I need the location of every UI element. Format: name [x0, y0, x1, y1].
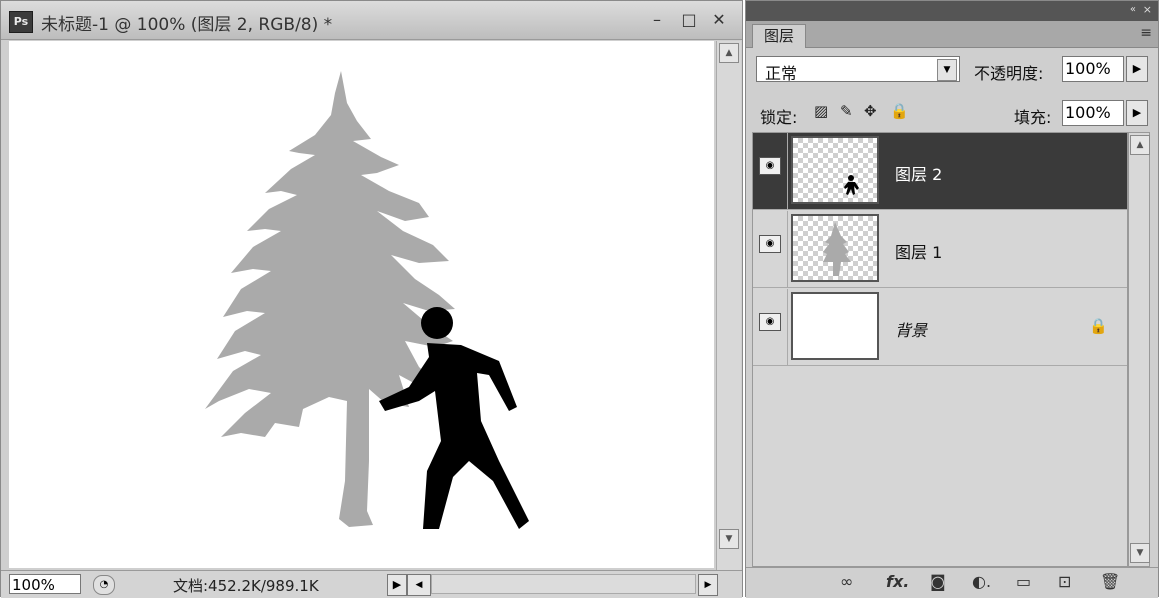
- tree-shape: [205, 71, 455, 527]
- layer-row-background[interactable]: ◉ 背景 🔒: [753, 289, 1127, 366]
- close-icon[interactable]: ✕: [707, 9, 731, 31]
- scroll-up-icon[interactable]: ▲: [719, 43, 739, 63]
- visibility-cell[interactable]: ◉: [753, 211, 788, 287]
- scroll-down-icon[interactable]: ▼: [719, 529, 739, 549]
- panel-menu-icon[interactable]: ≡: [1140, 25, 1152, 41]
- opacity-input[interactable]: 100%: [1062, 56, 1124, 82]
- link-layers-icon[interactable]: ∞: [840, 572, 853, 591]
- blend-mode-select[interactable]: 正常 ▼: [756, 56, 960, 83]
- layers-list: ◉ 图层 2 ◉ 图层 1 ◉ 背景 🔒: [752, 132, 1128, 567]
- layer-name[interactable]: 图层 2: [895, 161, 942, 185]
- chevron-down-icon[interactable]: ▼: [937, 59, 957, 81]
- opacity-label: 不透明度:: [974, 64, 1044, 83]
- visibility-cell[interactable]: ◉: [753, 133, 788, 209]
- document-titlebar[interactable]: Ps 未标题-1 @ 100% (图层 2, RGB/8) * – □ ✕: [1, 1, 742, 40]
- scroll-up-icon[interactable]: ▲: [1130, 135, 1150, 155]
- lock-icon: 🔒: [1089, 317, 1108, 335]
- person-head: [421, 307, 453, 339]
- status-clock-icon[interactable]: ◔: [93, 575, 115, 595]
- scroll-left-icon[interactable]: ◀: [407, 574, 431, 596]
- close-panel-icon[interactable]: ×: [1143, 3, 1152, 16]
- eye-icon[interactable]: ◉: [759, 157, 781, 175]
- new-group-icon[interactable]: ▭: [1016, 572, 1031, 591]
- tab-layers[interactable]: 图层: [752, 24, 806, 48]
- person-thumbnail-icon: [844, 175, 859, 195]
- fill-slider-arrow-icon[interactable]: ▶: [1126, 100, 1148, 126]
- lock-all-icon[interactable]: 🔒: [890, 102, 909, 120]
- document-title: 未标题-1 @ 100% (图层 2, RGB/8) *: [41, 15, 333, 35]
- lock-label: 锁定:: [760, 108, 798, 127]
- fill-input[interactable]: 100%: [1062, 100, 1124, 126]
- status-menu-arrow-icon[interactable]: ▶: [387, 574, 407, 596]
- scroll-right-icon[interactable]: ▶: [698, 574, 718, 596]
- horizontal-scrollbar[interactable]: [431, 574, 696, 594]
- visibility-cell[interactable]: ◉: [753, 289, 788, 365]
- layers-panel-footer: ∞ fx. ◙ ◐. ▭ ⊡ 🗑: [746, 567, 1158, 598]
- status-bar: 100% ◔ 文档:452.2K/989.1K ▶ ◀ ▶: [1, 570, 742, 598]
- layer-thumbnail: [791, 292, 879, 360]
- layer-name[interactable]: 背景: [895, 317, 927, 341]
- collapse-panel-icon[interactable]: «: [1130, 4, 1136, 15]
- layer-name[interactable]: 图层 1: [895, 239, 942, 263]
- tree-thumbnail-icon: [823, 222, 851, 276]
- blend-mode-value: 正常: [765, 64, 798, 83]
- minimize-icon[interactable]: –: [645, 9, 669, 31]
- layer-row-layer1[interactable]: ◉ 图层 1: [753, 211, 1127, 288]
- vertical-scrollbar[interactable]: ▲ ▼: [716, 41, 741, 570]
- layers-panel: « × 图层 ≡ 正常 ▼ 不透明度: 100% ▶ 锁定: ▨ ✎ ✥ 🔒 填…: [745, 0, 1159, 598]
- photoshop-logo-icon: Ps: [9, 11, 33, 33]
- document-size-info: 文档:452.2K/989.1K: [173, 577, 319, 595]
- layer-mask-icon[interactable]: ◙: [930, 572, 946, 591]
- eye-icon[interactable]: ◉: [759, 235, 781, 253]
- lock-position-icon[interactable]: ✥: [864, 102, 877, 120]
- adjustment-layer-icon[interactable]: ◐.: [972, 572, 991, 591]
- layer-row-layer2[interactable]: ◉ 图层 2: [753, 133, 1127, 210]
- panel-tab-bar: 图层 ≡: [746, 21, 1158, 48]
- fx-icon[interactable]: fx.: [886, 572, 909, 591]
- scroll-down-icon[interactable]: ▼: [1130, 543, 1150, 563]
- layer-thumbnail: [791, 136, 879, 204]
- zoom-input[interactable]: 100%: [9, 574, 81, 594]
- delete-layer-icon[interactable]: 🗑: [1100, 572, 1120, 591]
- new-layer-icon[interactable]: ⊡: [1058, 572, 1071, 591]
- fill-label: 填充:: [1014, 108, 1052, 127]
- panel-dock-bar[interactable]: « ×: [746, 1, 1158, 21]
- canvas[interactable]: [9, 41, 714, 568]
- lock-transparent-pixels-icon[interactable]: ▨: [814, 102, 828, 120]
- document-window: Ps 未标题-1 @ 100% (图层 2, RGB/8) * – □ ✕ ▲ …: [0, 0, 743, 598]
- tree-layer-art: [205, 71, 455, 527]
- eye-icon[interactable]: ◉: [759, 313, 781, 331]
- layer-thumbnail: [791, 214, 879, 282]
- layers-scrollbar[interactable]: ▲ ▼: [1128, 132, 1150, 567]
- lock-image-pixels-icon[interactable]: ✎: [840, 102, 853, 120]
- restore-icon[interactable]: □: [677, 9, 701, 31]
- opacity-slider-arrow-icon[interactable]: ▶: [1126, 56, 1148, 82]
- canvas-artwork: [205, 71, 529, 529]
